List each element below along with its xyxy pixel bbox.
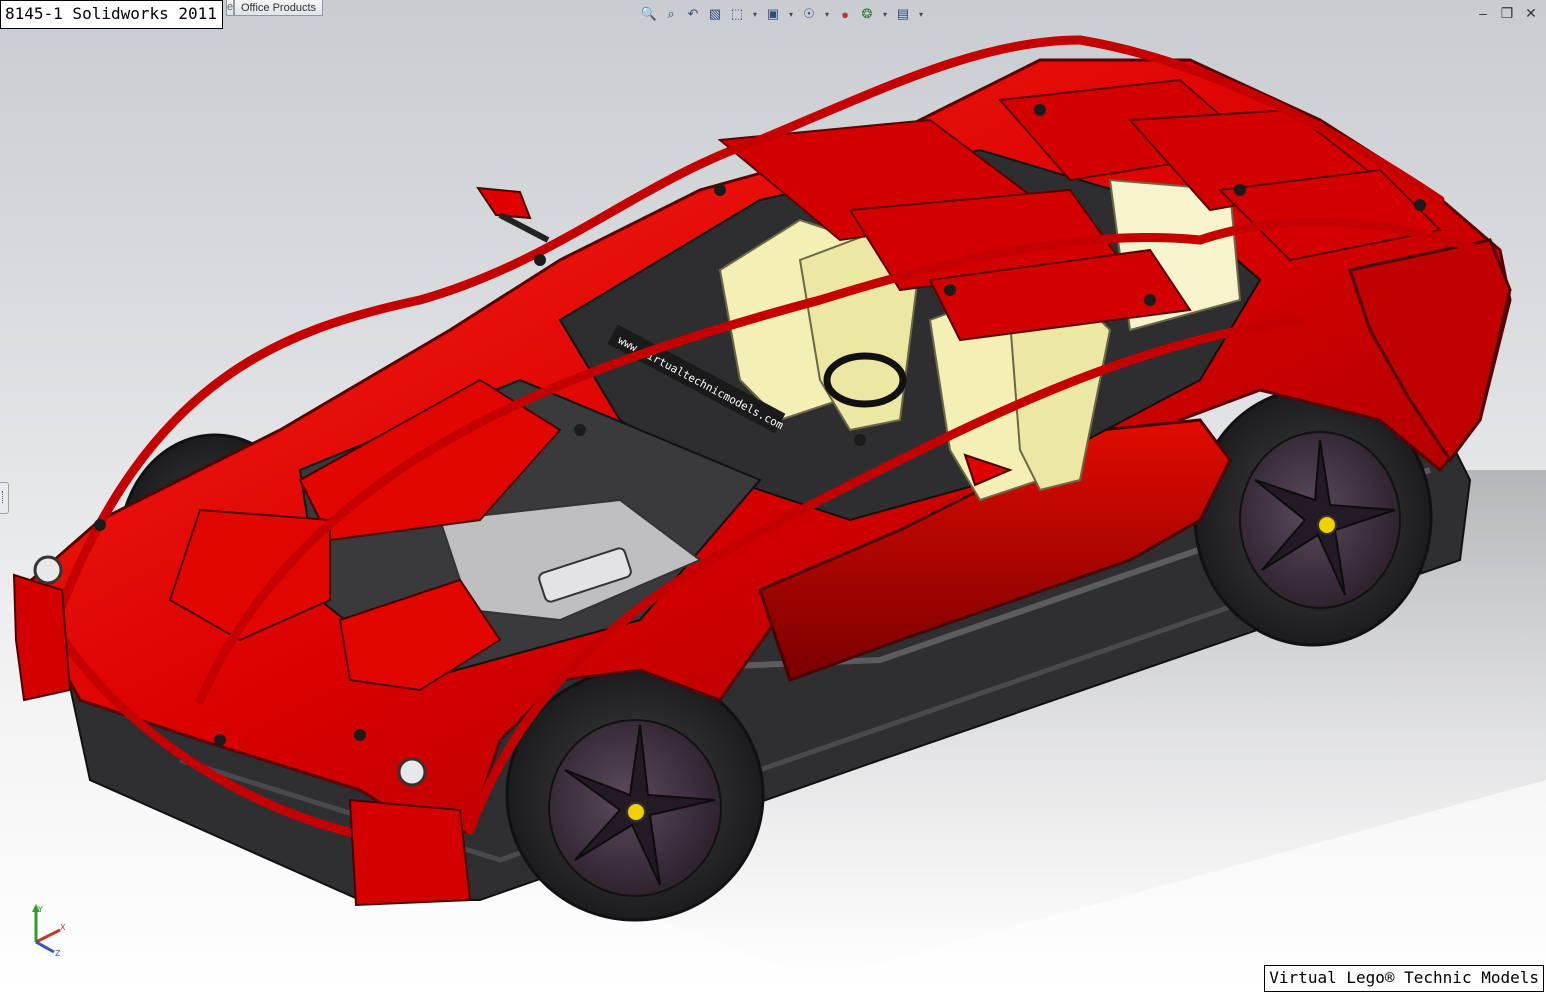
edit-appearance-icon[interactable]: ● [836,5,854,23]
restore-icon[interactable]: ❐ [1500,5,1514,21]
apply-scene-dropdown-icon[interactable]: ▾ [880,5,890,23]
window-controls: – ❐ ✕ [1476,5,1538,22]
zoom-to-fit-icon[interactable]: 🔍 [640,5,658,23]
minimize-icon[interactable]: – [1476,5,1490,21]
apply-scene-icon[interactable]: ❂ [858,5,876,23]
tab-partial[interactable]: e [226,0,234,16]
lego-car-model[interactable]: www.virtualtechnicmodels.com [0,0,1546,994]
tab-office-products[interactable]: Office Products [234,0,323,16]
heads-up-view-toolbar: 🔍 ⌕ ↶ ▧ ⬚ ▾ ▣ ▾ ☉ ▾ ● ❂ ▾ ▤ ▾ [640,5,926,23]
tab-strip: e Office Products [226,0,323,18]
triad-z-axis [35,940,55,954]
triad-x-axis [35,928,61,944]
watermark-label: Virtual Lego® Technic Models [1264,965,1544,992]
svg-text:Z: Z [55,949,61,958]
view-settings-icon[interactable]: ▤ [894,5,912,23]
display-style-dropdown-icon[interactable]: ▾ [786,5,796,23]
view-orientation-dropdown-icon[interactable]: ▾ [750,5,760,23]
display-style-icon[interactable]: ▣ [764,5,782,23]
image-title: 8145-1 Solidworks 2011 [0,0,223,29]
reference-triad: Y X Z [32,904,66,958]
front-left-wheel [505,668,765,922]
graphics-area[interactable]: www.virtualtechnicmodels.com e Office Pr… [0,0,1546,994]
view-settings-dropdown-icon[interactable]: ▾ [916,5,926,23]
view-orientation-icon[interactable]: ⬚ [728,5,746,23]
feature-manager-handle[interactable] [0,482,9,514]
svg-text:X: X [60,923,66,932]
close-icon[interactable]: ✕ [1524,5,1538,21]
hide-show-items-icon[interactable]: ☉ [800,5,818,23]
section-view-icon[interactable]: ▧ [706,5,724,23]
svg-text:Y: Y [37,905,43,914]
zoom-to-area-icon[interactable]: ⌕ [662,5,680,23]
hide-show-dropdown-icon[interactable]: ▾ [822,5,832,23]
previous-view-icon[interactable]: ↶ [684,5,702,23]
side-mirror [476,186,550,243]
